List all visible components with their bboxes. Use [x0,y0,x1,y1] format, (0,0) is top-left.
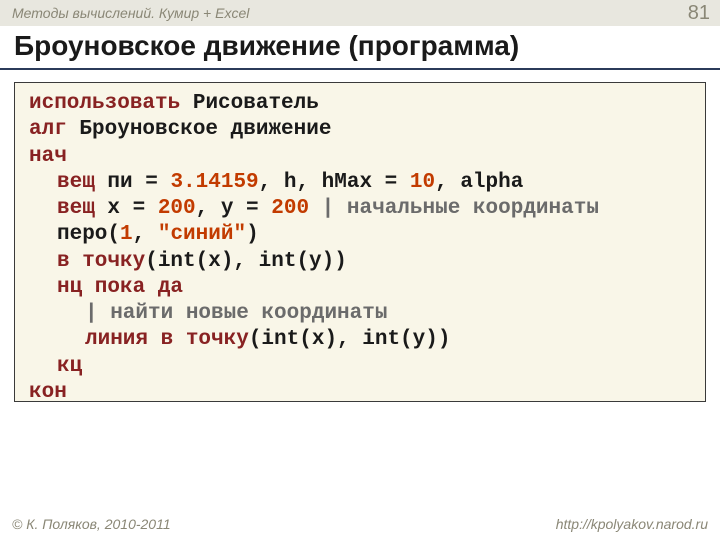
code-line: перо(1, "синий") [29,222,695,248]
title-underline [0,68,720,70]
copyright-text: © К. Поляков, 2010-2011 [12,516,171,532]
breadcrumb: Методы вычислений. Кумир + Excel [12,5,249,21]
keyword-endloop: кц [57,355,82,378]
code-text: x = [95,197,158,220]
code-line: нач [29,144,695,170]
code-line: алг Броуновское движение [29,117,695,143]
keyword-lineto: линия в точку [85,328,249,351]
page-number: 81 [688,2,710,25]
keyword-real: вещ [57,171,95,194]
keyword-true: да [145,276,183,299]
code-text: перо( [57,223,120,246]
code-line: в точку(int(x), int(y)) [29,249,695,275]
code-line: кон [29,380,695,406]
code-text: Броуновское движение [67,118,332,141]
code-line: нц пока да [29,275,695,301]
code-text: , [133,223,158,246]
keyword-alg: алг [29,118,67,141]
code-line: использовать Рисователь [29,91,695,117]
header-strip: Методы вычислений. Кумир + Excel 81 [0,0,720,26]
literal-number: 3.14159 [170,171,258,194]
page-title: Броуновское движение (программа) [14,30,519,62]
code-line: | найти новые координаты [29,301,695,327]
literal-string: "синий" [158,223,246,246]
code-text: Рисователь [180,92,319,115]
literal-number: 200 [158,197,196,220]
code-line: кц [29,354,695,380]
code-line: линия в точку(int(x), int(y)) [29,327,695,353]
keyword-real: вещ [57,197,95,220]
literal-number: 10 [410,171,435,194]
code-text: (int(x), int(y)) [145,250,347,273]
code-text: ) [246,223,259,246]
keyword-end: кон [29,381,67,404]
code-text: (int(x), int(y)) [249,328,451,351]
code-text: , h, hMax = [259,171,410,194]
literal-number: 200 [271,197,309,220]
keyword-moveto: в точку [57,250,145,273]
footer: © К. Поляков, 2010-2011 http://kpolyakov… [12,516,708,532]
code-line: вещ пи = 3.14159, h, hMax = 10, alpha [29,170,695,196]
keyword-while: нц пока [57,276,145,299]
keyword-use: использовать [29,92,180,115]
code-text: , y = [196,197,272,220]
code-text: , alpha [435,171,523,194]
keyword-begin: нач [29,145,67,168]
code-listing: использовать Рисователь алг Броуновское … [14,82,706,402]
slide: Методы вычислений. Кумир + Excel 81 Броу… [0,0,720,540]
code-text: пи = [95,171,171,194]
code-comment: | найти новые координаты [85,302,387,325]
code-line: вещ x = 200, y = 200 | начальные координ… [29,196,695,222]
code-comment: | начальные координаты [309,197,599,220]
footer-url: http://kpolyakov.narod.ru [556,516,708,532]
literal-number: 1 [120,223,133,246]
